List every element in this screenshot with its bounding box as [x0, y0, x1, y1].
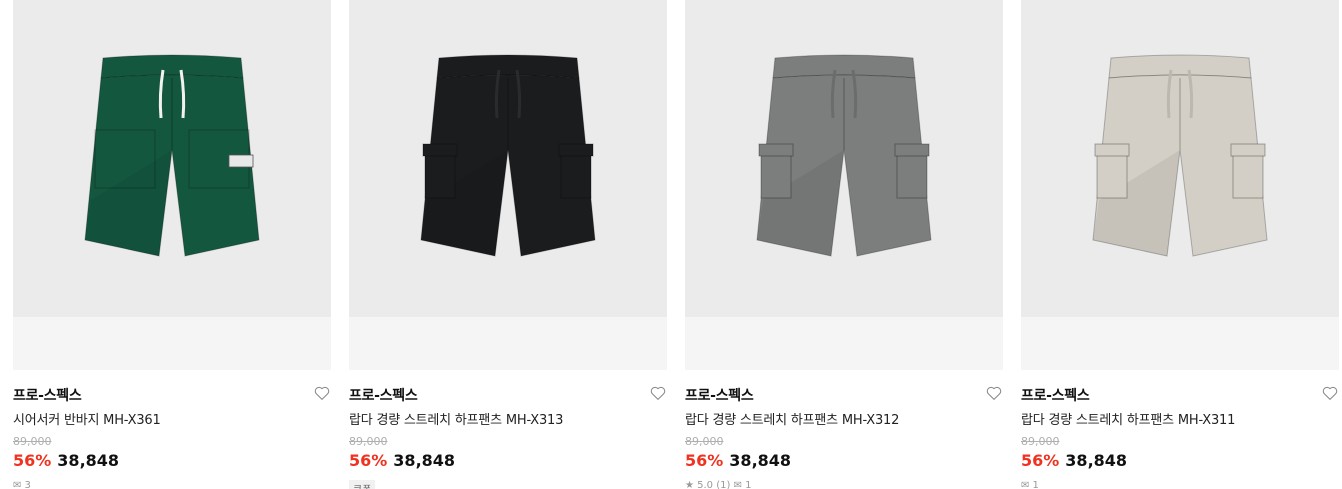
product-card[interactable]: 프로-스펙스랍다 경량 스트레치 하프팬츠 MH-X312 89,000 56% 38… [685, 0, 1003, 489]
product-image[interactable] [1021, 0, 1339, 370]
sale-price: 38,848 [729, 451, 792, 470]
price-row: 56% 38,848 [1021, 451, 1127, 470]
product-meta: ✉ 3 [13, 480, 31, 489]
original-price: 89,000 [349, 435, 388, 448]
product-card[interactable]: 프로-스펙스랍다 경량 스트레치 하프팬츠 MH-X313 89,000 56% 38… [349, 0, 667, 489]
product-meta: 쿠폰 [349, 480, 376, 489]
product-brand[interactable]: 프로-스펙스 [349, 385, 418, 405]
product-name[interactable]: 랍다 경량 스트레치 하프팬츠 MH-X313 [349, 409, 563, 428]
price-row: 56% 38,848 [349, 451, 455, 470]
heart-icon[interactable] [313, 384, 331, 402]
product-image[interactable] [349, 0, 667, 370]
product-image[interactable] [13, 0, 331, 370]
sale-price: 38,848 [393, 451, 456, 470]
product-name[interactable]: 랍다 경량 스트레치 하프팬츠 MH-X311 [1021, 409, 1235, 428]
sale-price: 38,848 [57, 451, 120, 470]
review-count: ✉ 3 [13, 480, 31, 489]
product-name[interactable]: 시어서커 반바지 MH-X361 [13, 409, 161, 428]
price-row: 56% 38,848 [13, 451, 119, 470]
product-meta: ★ 5.0 (1) ✉ 1 [685, 480, 752, 489]
sale-price: 38,848 [1065, 451, 1128, 470]
product-meta: ✉ 1 [1021, 480, 1039, 489]
heart-icon[interactable] [985, 384, 1003, 402]
original-price: 89,000 [13, 435, 52, 448]
review-count: ✉ 1 [1021, 480, 1039, 489]
heart-icon[interactable] [1321, 384, 1339, 402]
price-row: 56% 38,848 [685, 451, 791, 470]
original-price: 89,000 [1021, 435, 1060, 448]
original-price: 89,000 [685, 435, 724, 448]
discount-rate: 56% [1021, 451, 1060, 470]
review-count: ★ 5.0 (1) ✉ 1 [685, 480, 752, 489]
product-brand[interactable]: 프로-스펙스 [13, 385, 82, 405]
product-card[interactable]: 프로-스펙스랍다 경량 스트레치 하프팬츠 MH-X311 89,000 56% 38… [1021, 0, 1339, 489]
discount-rate: 56% [349, 451, 388, 470]
heart-icon[interactable] [649, 384, 667, 402]
product-name[interactable]: 랍다 경량 스트레치 하프팬츠 MH-X312 [685, 409, 899, 428]
coupon-badge: 쿠폰 [349, 480, 376, 489]
product-image[interactable] [685, 0, 1003, 370]
product-card[interactable]: 프로-스펙스시어서커 반바지 MH-X361 89,000 56% 38,848 ✉ 3 [13, 0, 331, 489]
product-brand[interactable]: 프로-스펙스 [1021, 385, 1090, 405]
discount-rate: 56% [13, 451, 52, 470]
product-brand[interactable]: 프로-스펙스 [685, 385, 754, 405]
discount-rate: 56% [685, 451, 724, 470]
